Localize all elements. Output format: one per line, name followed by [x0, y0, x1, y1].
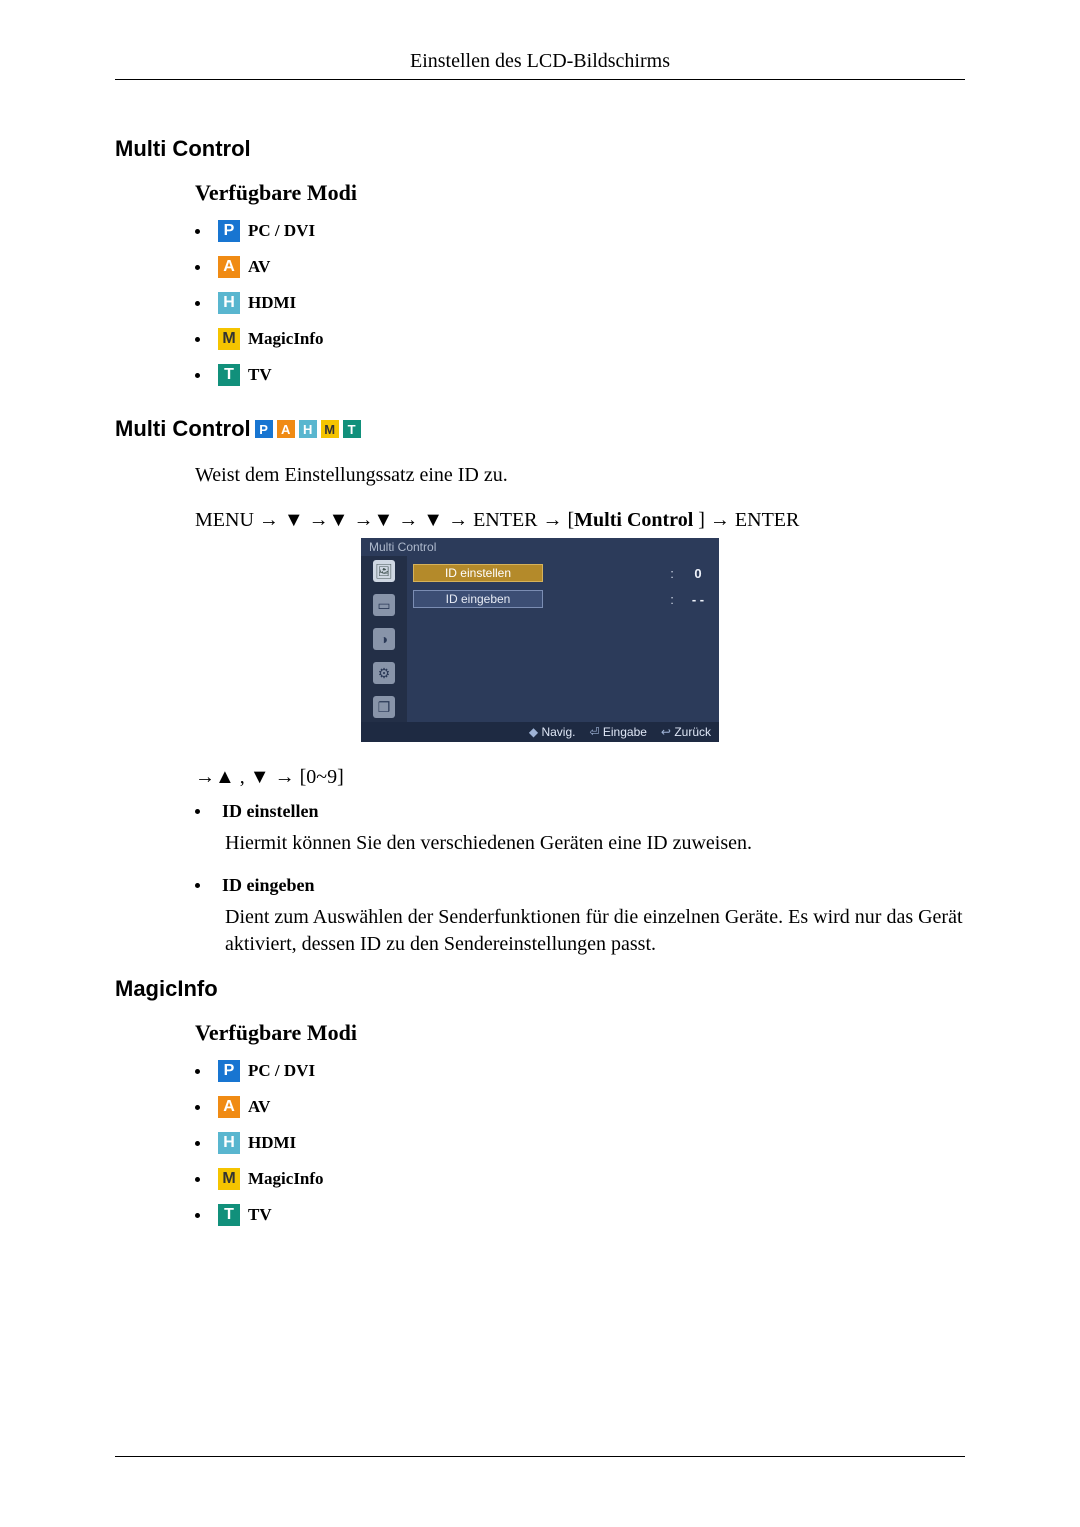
mode-label: HDMI: [248, 293, 296, 313]
osd-colon: :: [667, 566, 677, 581]
t-icon: T: [218, 1204, 240, 1226]
osd-side-icons: 🖼 ▭ ◑ ⚙ ❐: [361, 556, 407, 722]
bullet-icon: [195, 229, 200, 234]
mode-item-magicinfo: M MagicInfo: [195, 328, 965, 350]
osd-foot-back: ↩ Zurück: [661, 725, 711, 739]
p-icon: P: [218, 1060, 240, 1082]
item-text: Hiermit können Sie den verschiedenen Ger…: [225, 830, 965, 857]
direction-line: →▲ , ▼ → [0~9]: [195, 766, 965, 789]
mode-label: AV: [248, 1097, 270, 1117]
running-header: Einstellen des LCD-Bildschirms: [115, 50, 965, 73]
mode-label: HDMI: [248, 1133, 296, 1153]
bullet-icon: [195, 809, 200, 814]
bullet-icon: [195, 373, 200, 378]
bullet-icon: [195, 1177, 200, 1182]
h-icon: H: [299, 420, 317, 438]
p-icon: P: [255, 420, 273, 438]
list-item: ID einstellen Hiermit können Sie den ver…: [195, 801, 965, 857]
item-text: Dient zum Auswählen der Senderfunktionen…: [225, 904, 965, 958]
osd-colon: :: [667, 592, 677, 607]
osd-id-set-button[interactable]: ID einstellen: [413, 564, 543, 582]
osd-row-id-set: ID einstellen : 0: [413, 560, 713, 586]
available-modes-heading-1: Verfügbare Modi: [195, 180, 965, 206]
osd-foot-nav: ◆ Navig.: [529, 725, 576, 739]
item-label: ID einstellen: [222, 801, 319, 822]
bullet-icon: [195, 301, 200, 306]
section-title-text: Multi Control: [115, 416, 251, 442]
nav-suffix: ] → ENTER: [698, 509, 799, 531]
bullet-icon: [195, 265, 200, 270]
menu-navigation-path: MENU → ▼ →▼ →▼ → ▼ → ENTER → [Multi Cont…: [195, 509, 965, 532]
t-icon: T: [218, 364, 240, 386]
mode-label: PC / DVI: [248, 1061, 315, 1081]
mode-list-1: P PC / DVI A AV H HDMI M MagicInfo T: [195, 220, 965, 386]
m-icon: M: [218, 1168, 240, 1190]
bullet-icon: [195, 1213, 200, 1218]
osd-id-set-value: 0: [683, 566, 713, 581]
p-icon: P: [218, 220, 240, 242]
mode-label: AV: [248, 257, 270, 277]
section-magicinfo-title: MagicInfo: [115, 976, 965, 1002]
mode-item-pc-dvi: P PC / DVI: [195, 220, 965, 242]
mode-item-hdmi: H HDMI: [195, 1132, 965, 1154]
h-icon: H: [218, 1132, 240, 1154]
item-label: ID eingeben: [222, 875, 315, 896]
bullet-icon: [195, 1069, 200, 1074]
osd-screen-icon: ▭: [373, 594, 395, 616]
a-icon: A: [218, 1096, 240, 1118]
m-icon: M: [321, 420, 339, 438]
mode-item-av: A AV: [195, 1096, 965, 1118]
osd-row-id-input: ID eingeben : - -: [413, 586, 713, 612]
mode-item-magicinfo: M MagicInfo: [195, 1168, 965, 1190]
mode-item-tv: T TV: [195, 1204, 965, 1226]
section2-intro: Weist dem Einstellungssatz eine ID zu.: [195, 462, 965, 489]
section-multi-control-detail-title: Multi Control P A H M T: [115, 416, 965, 442]
nav-prefix: MENU → ▼ →▼ →▼ → ▼ → ENTER → [: [195, 509, 574, 531]
osd-picture-icon: 🖼: [373, 560, 395, 582]
m-icon: M: [218, 328, 240, 350]
bullet-icon: [195, 1141, 200, 1146]
mode-label: TV: [248, 365, 272, 385]
section-multi-control-title: Multi Control: [115, 136, 965, 162]
osd-id-input-button[interactable]: ID eingeben: [413, 590, 543, 608]
a-icon: A: [277, 420, 295, 438]
osd-sound-icon: ◑: [373, 628, 395, 650]
mode-list-2: P PC / DVI A AV H HDMI M MagicInfo T: [195, 1060, 965, 1226]
mode-item-av: A AV: [195, 256, 965, 278]
bullet-icon: [195, 883, 200, 888]
list-item: ID eingeben Dient zum Auswählen der Send…: [195, 875, 965, 958]
osd-foot-enter: ⏎ Eingabe: [589, 725, 646, 739]
mode-label: TV: [248, 1205, 272, 1225]
mode-label: PC / DVI: [248, 221, 315, 241]
mode-item-tv: T TV: [195, 364, 965, 386]
mode-item-pc-dvi: P PC / DVI: [195, 1060, 965, 1082]
mode-item-hdmi: H HDMI: [195, 292, 965, 314]
multi-control-items: ID einstellen Hiermit können Sie den ver…: [195, 801, 965, 958]
t-icon: T: [343, 420, 361, 438]
osd-setup-icon: ⚙: [373, 662, 395, 684]
osd-title: Multi Control: [361, 538, 719, 556]
mode-label: MagicInfo: [248, 1169, 324, 1189]
available-modes-heading-2: Verfügbare Modi: [195, 1020, 965, 1046]
bullet-icon: [195, 337, 200, 342]
nav-bold: Multi Control: [574, 509, 698, 531]
osd-footer: ◆ Navig. ⏎ Eingabe ↩ Zurück: [361, 722, 719, 742]
bullet-icon: [195, 1105, 200, 1110]
h-icon: H: [218, 292, 240, 314]
mode-label: MagicInfo: [248, 329, 324, 349]
osd-multi-icon: ❐: [373, 696, 395, 718]
osd-id-input-value: - -: [683, 592, 713, 607]
bottom-divider: [115, 1456, 965, 1457]
a-icon: A: [218, 256, 240, 278]
osd-screenshot: Multi Control 🖼 ▭ ◑ ⚙ ❐ ID einstellen :: [361, 538, 719, 742]
